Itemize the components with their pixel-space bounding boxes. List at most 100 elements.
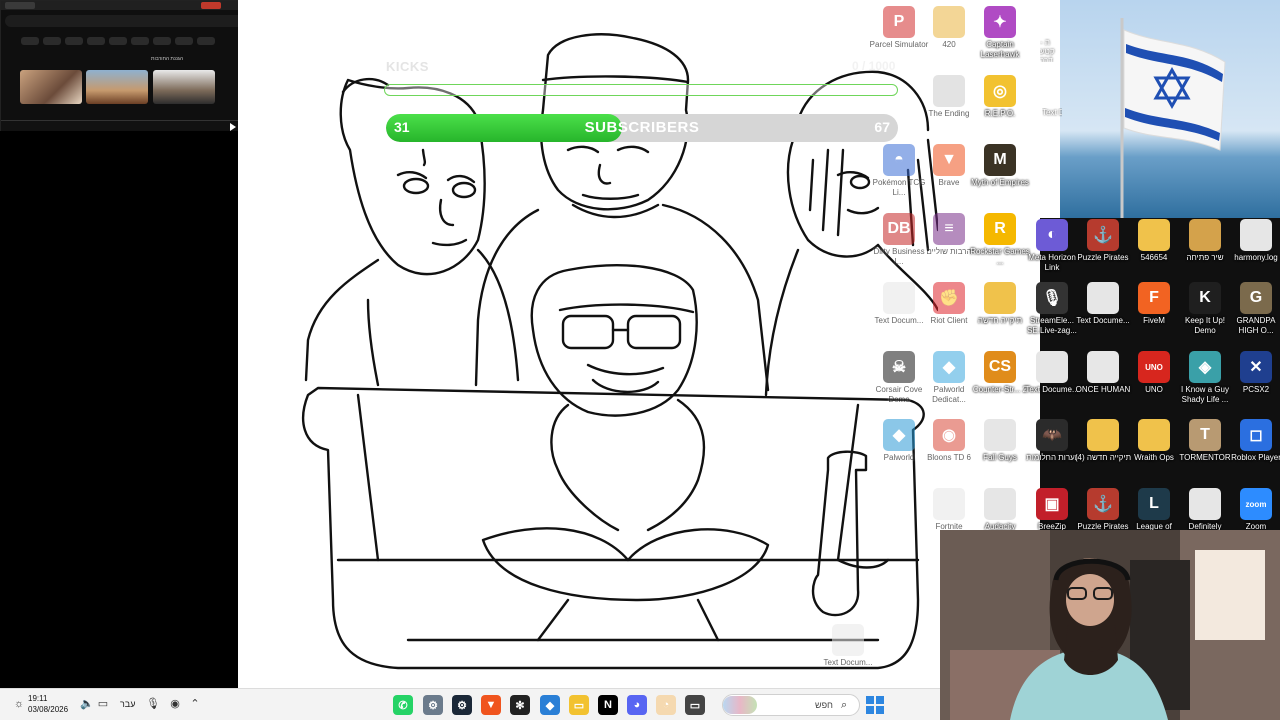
browser-tab-strip[interactable] (1, 1, 250, 10)
desktop-icon[interactable]: M Myth of Empires (971, 140, 1029, 206)
brave-icon[interactable]: ▼ (481, 695, 501, 715)
desktop-icon[interactable]: K Keep It Up! Demo (1179, 278, 1231, 344)
vpn-icon[interactable]: ◆ (540, 695, 560, 715)
desktop-icon[interactable]: שיר פתיחה (1179, 215, 1231, 281)
settings-icon[interactable]: ⚙ (423, 695, 443, 715)
steam-icon[interactable]: ⚙ (452, 695, 472, 715)
browser-tab[interactable] (201, 2, 221, 9)
desktop-icon[interactable]: T TORMENTOR (1179, 415, 1231, 481)
network-icon[interactable]: ▭ (96, 697, 110, 711)
desktop-icon[interactable]: G GRANDPA HIGH O... (1230, 278, 1280, 344)
desktop-icon-label: Counter-Str... 2 (972, 385, 1028, 394)
explorer-icon[interactable]: ▭ (569, 695, 589, 715)
browser-window-thumbnail[interactable]: הגננת החורבות (0, 0, 251, 131)
desktop-icon[interactable]: Text Docum... (873, 278, 925, 344)
chip[interactable] (21, 37, 39, 45)
channel-name: הגננת החורבות (151, 56, 184, 62)
subscribers-title: SUBSCRIBERS (584, 119, 700, 136)
riot-client-icon: ✊ (933, 282, 965, 314)
text-document-icon (883, 282, 915, 314)
roblox-icon: ◻ (1240, 419, 1272, 451)
desktop-icon[interactable]: 🎙 StreamEle... SE.Live-zag... (1026, 278, 1078, 344)
desktop-icon[interactable]: ◎ R.E.P.O. (974, 71, 1026, 137)
desktop-icon[interactable]: ◻ Roblox Player (1230, 415, 1280, 481)
clock[interactable]: 19:11 03/08/2026 (28, 693, 68, 715)
desktop-icon[interactable]: Text Docume... (1076, 278, 1130, 344)
breezip-icon: ▣ (1036, 488, 1068, 520)
search-highlight-icon (723, 696, 757, 714)
desktop-icon[interactable]: The Ending (923, 71, 975, 137)
desktop-icon[interactable]: Fall Guys (974, 415, 1026, 481)
desktop-icon[interactable]: Text Docume... (1025, 347, 1079, 413)
chevron-up-icon[interactable]: ⌃ (188, 697, 202, 711)
chip[interactable] (65, 37, 83, 45)
chip[interactable] (87, 37, 105, 45)
desktop-icon[interactable]: ◆ Palworld Dedicat... (923, 347, 975, 413)
desktop-icon[interactable]: ◈ I Know a Guy Shady Life ... (1179, 347, 1231, 413)
desktop-icon[interactable]: 546654 (1128, 215, 1180, 281)
desktop-file-label[interactable]: Text Docum... (1042, 108, 1062, 117)
desktop-icon[interactable]: ONCE HUMAN (1076, 347, 1130, 413)
desktop-icon[interactable]: R Rockstar Games ... (970, 209, 1030, 275)
microphone-icon[interactable]: 🎙 (146, 697, 160, 711)
security-icon[interactable]: ◉ (168, 697, 182, 711)
desktop-icon[interactable]: ⚓ Puzzle Pirates (1077, 215, 1129, 281)
desktop-icon[interactable]: ◐ Meta Horizon Link (1026, 215, 1078, 281)
desktop-icon[interactable]: ✊ Riot Client (923, 278, 975, 344)
desktop-icon[interactable]: תיקייה חדשה (4) (1075, 415, 1131, 481)
desktop-icon[interactable]: ≡ הרבות שוליים (923, 209, 975, 275)
chip[interactable] (153, 37, 171, 45)
discord-icon[interactable]: ◕ (627, 695, 647, 715)
address-bar[interactable] (5, 15, 248, 27)
tablet-icon[interactable]: ▭ (685, 695, 705, 715)
desktop-icon[interactable]: ▼ Brave (923, 140, 975, 206)
desktop-icon[interactable]: ◓ Pokémon TCG Li... (873, 140, 925, 206)
desktop-icon[interactable]: ✦ Captain Laserhawk (974, 2, 1026, 68)
chip[interactable] (109, 37, 127, 45)
desktop-icon-label: PCSX2 (1242, 385, 1270, 394)
text-document-icon (984, 488, 1016, 520)
play-icon[interactable] (230, 123, 236, 131)
desktop-icon[interactable]: CS Counter-Str... 2 (973, 347, 1027, 413)
desktop-icon[interactable]: harmony.log (1230, 215, 1280, 281)
keep-it-up-icon: K (1189, 282, 1221, 314)
chip[interactable] (43, 37, 61, 45)
chip[interactable] (197, 37, 215, 45)
browser-tab[interactable] (5, 2, 35, 9)
paint-icon[interactable]: ◔ (656, 695, 676, 715)
desktop-icon[interactable]: ◆ Palworld (873, 415, 925, 481)
search-box[interactable]: חפש ⌕ (722, 694, 860, 716)
language-indicator[interactable]: עבר (120, 699, 135, 709)
desktop-icon[interactable]: ☠ Corsair Cove Demo (873, 347, 925, 413)
desktop-icon[interactable]: 420 (923, 2, 975, 68)
desktop-icon[interactable]: 🦇 נערות החלומות (1026, 415, 1078, 481)
canvas-text-document[interactable]: Text Docum... (822, 620, 874, 686)
start-button[interactable] (866, 696, 884, 714)
windows-logo-icon (866, 696, 874, 704)
desktop-icon[interactable]: תיקייה חדשה (974, 278, 1026, 344)
whatsapp-icon[interactable]: ✆ (393, 695, 413, 715)
puzzle-pirates-icon: ⚓ (1087, 219, 1119, 251)
desktop-icon[interactable]: ◉ Bloons TD 6 (923, 415, 975, 481)
streamelements-icon: 🎙 (1036, 282, 1068, 314)
video-thumbnail[interactable] (20, 70, 82, 104)
chip[interactable] (131, 37, 149, 45)
desktop-icon[interactable]: UNO UNO (1128, 347, 1180, 413)
desktop-icon[interactable]: ✕ PCSX2 (1230, 347, 1280, 413)
volume-icon[interactable]: 🔈 (80, 697, 94, 711)
desktop-shortcut-label[interactable]: ה - קטע דרך (1040, 38, 1062, 62)
video-thumbnail[interactable] (153, 70, 215, 104)
desktop-icon-label: GRANDPA HIGH O... (1236, 316, 1276, 335)
folder-icon (1138, 419, 1170, 451)
netflix-icon[interactable]: N (598, 695, 618, 715)
corsair-cove-icon: ☠ (883, 351, 915, 383)
chatgpt-icon[interactable]: ✻ (510, 695, 530, 715)
weather-icon[interactable]: ☼ (12, 697, 26, 711)
desktop-icon[interactable]: P Parcel Simulator (870, 2, 928, 68)
desktop-icon[interactable]: F FiveM (1128, 278, 1180, 344)
meta-horizon-icon: ◐ (1036, 219, 1068, 251)
chip[interactable] (175, 37, 193, 45)
desktop-icon[interactable]: DB Dirty Business I... (873, 209, 925, 275)
desktop-icon[interactable]: Wraith Ops (1128, 415, 1180, 481)
video-thumbnail[interactable] (86, 70, 148, 104)
